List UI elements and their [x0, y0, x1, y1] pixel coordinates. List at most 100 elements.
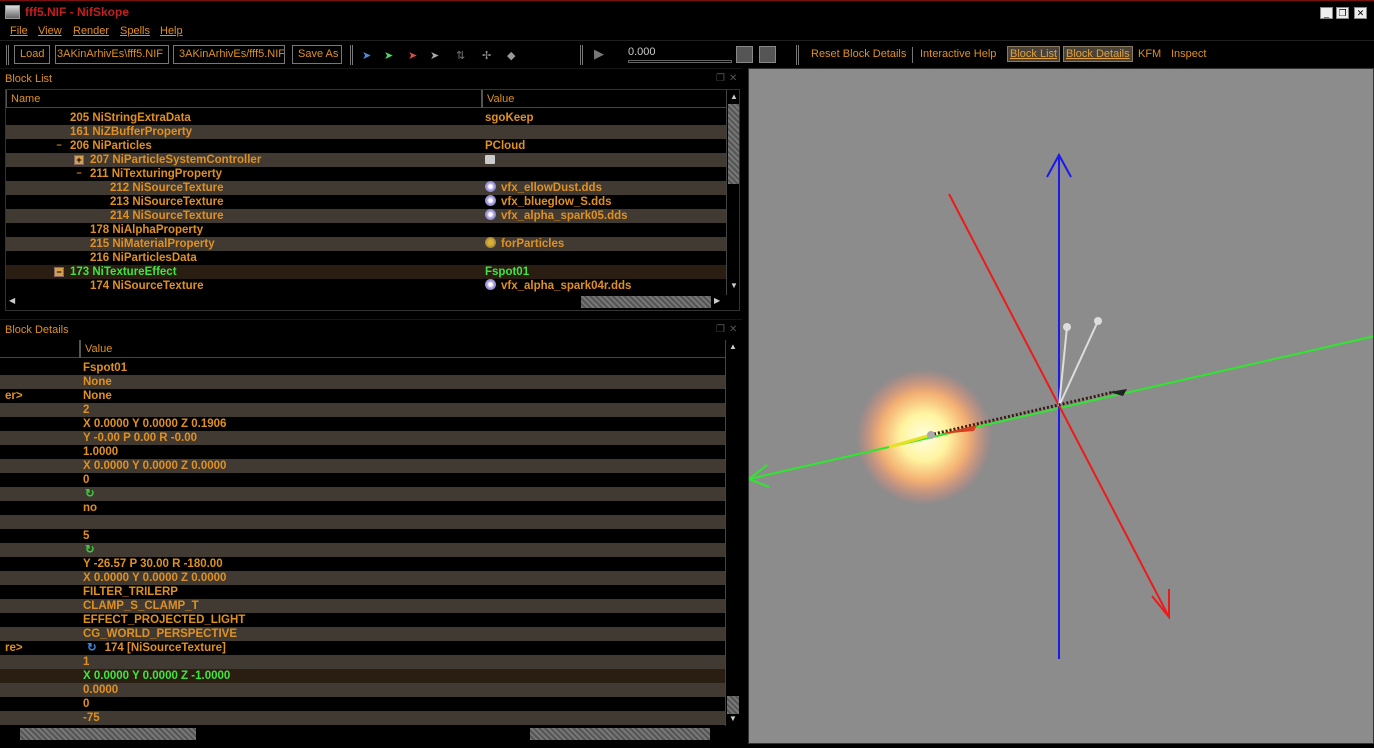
anim-loop-button[interactable] [736, 46, 753, 63]
block-list-row[interactable]: +207 NiParticleSystemController [6, 153, 726, 167]
block-list-row[interactable]: 205 NiStringExtraData sgoKeep [6, 111, 726, 125]
scroll-down-arrow[interactable]: ▼ [729, 714, 737, 723]
restore-button[interactable]: ❐ [1336, 7, 1349, 19]
column-header-name[interactable] [0, 340, 80, 358]
save-path-field[interactable]: 3AKinArhivEs/fff5.NIF [173, 45, 285, 64]
refresh-icon[interactable]: ↻ [85, 488, 95, 500]
detail-row[interactable]: no [0, 501, 725, 515]
close-button[interactable]: ✕ [1354, 7, 1367, 19]
block-details-vscrollbar[interactable]: ▲ ▼ [725, 340, 739, 726]
view-front-icon[interactable]: ➤ [384, 49, 393, 62]
block-details-hscrollbar[interactable] [0, 727, 740, 741]
block-details-toggle[interactable]: Block Details [1063, 46, 1133, 62]
block-list-row[interactable]: −206 NiParticles PCloud [6, 139, 726, 153]
toolbar-grip[interactable] [580, 45, 583, 65]
collapse-toggle-icon[interactable]: − [54, 267, 64, 277]
detail-row[interactable]: 5 [0, 529, 725, 543]
view-top-icon[interactable]: ➤ [362, 49, 371, 62]
detail-row[interactable]: 0.0000 [0, 683, 725, 697]
scroll-thumb[interactable] [530, 728, 710, 740]
block-list-row[interactable]: 216 NiParticlesData [6, 251, 726, 265]
scroll-thumb[interactable] [728, 104, 739, 184]
walk-icon[interactable]: ◆ [507, 49, 515, 62]
detail-row[interactable]: ↻ [0, 543, 725, 557]
scroll-up-arrow[interactable]: ▲ [729, 342, 737, 351]
detail-row[interactable] [0, 515, 725, 529]
menu-render[interactable]: Render [73, 25, 109, 37]
detail-row[interactable]: Y -26.57 P 30.00 R -180.00 [0, 557, 725, 571]
kfm-toggle[interactable]: KFM [1138, 48, 1161, 60]
menu-help[interactable]: Help [160, 25, 183, 37]
detail-row[interactable]: FILTER_TRILERP [0, 585, 725, 599]
toolbar-grip[interactable] [6, 45, 9, 65]
perspective-icon[interactable]: ✢ [482, 49, 491, 62]
detail-row[interactable]: 1.0000 [0, 445, 725, 459]
dock-float-icon[interactable]: ❐ [716, 73, 725, 84]
detail-row[interactable]: ↻ [0, 487, 725, 501]
column-header-name[interactable]: Name [6, 90, 482, 108]
detail-row[interactable]: er> None [0, 389, 725, 403]
interactive-help-button[interactable]: Interactive Help [920, 48, 996, 60]
detail-row[interactable]: 0 [0, 697, 725, 711]
play-icon[interactable]: ▶ [594, 46, 604, 62]
toolbar-grip[interactable] [350, 45, 353, 65]
flip-view-icon[interactable]: ⇅ [456, 49, 465, 62]
block-list-row[interactable]: 213 NiSourceTexture vfx_blueglow_S.dds [6, 195, 726, 209]
menu-view[interactable]: View [38, 25, 62, 37]
block-list-row[interactable]: 215 NiMaterialProperty forParticles [6, 237, 726, 251]
detail-row[interactable]: 0 [0, 473, 725, 487]
detail-row[interactable]: Y -0.00 P 0.00 R -0.00 [0, 431, 725, 445]
scroll-thumb[interactable] [727, 696, 739, 714]
block-list-row[interactable]: −211 NiTexturingProperty [6, 167, 726, 181]
column-header-value[interactable]: Value [482, 90, 727, 108]
light-handle[interactable] [1063, 323, 1071, 331]
expand-toggle-icon[interactable]: + [74, 155, 84, 165]
block-list-row[interactable]: 178 NiAlphaProperty [6, 223, 726, 237]
detail-row[interactable]: X 0.0000 Y 0.0000 Z 0.0000 [0, 459, 725, 473]
scroll-down-arrow[interactable]: ▼ [730, 281, 738, 290]
view-user-icon[interactable]: ➤ [430, 49, 439, 62]
render-viewport[interactable] [748, 68, 1374, 744]
scroll-up-arrow[interactable]: ▲ [730, 92, 738, 101]
scene-canvas[interactable] [749, 69, 1374, 744]
toolbar-grip[interactable] [796, 45, 799, 65]
detail-row[interactable]: re> ↻ 174 [NiSourceTexture] [0, 641, 725, 655]
detail-row[interactable]: CLAMP_S_CLAMP_T [0, 599, 725, 613]
link-icon[interactable]: ↻ [87, 642, 97, 654]
refresh-icon[interactable]: ↻ [85, 544, 95, 556]
menu-spells[interactable]: Spells [120, 25, 150, 37]
anim-switch-button[interactable] [759, 46, 776, 63]
load-path-field[interactable]: 3AKinArhivEs\fff5.NIF [55, 45, 169, 64]
detail-row[interactable]: X 0.0000 Y 0.0000 Z -1.0000 [0, 669, 725, 683]
scroll-right-arrow[interactable]: ▶ [714, 296, 720, 305]
view-side-icon[interactable]: ➤ [408, 49, 417, 62]
collapse-toggle-icon[interactable]: − [54, 141, 64, 151]
block-list-row[interactable]: 174 NiSourceTexture vfx_alpha_spark04r.dd… [6, 279, 726, 293]
minimize-button[interactable]: _ [1320, 7, 1333, 19]
detail-row[interactable]: None [0, 375, 725, 389]
scroll-left-arrow[interactable]: ◀ [9, 296, 15, 305]
block-list-row[interactable]: 214 NiSourceTexture vfx_alpha_spark05.dds [6, 209, 726, 223]
detail-row[interactable]: -75 [0, 711, 725, 725]
block-list-hscrollbar[interactable]: ◀ ▶ [6, 295, 726, 309]
dock-close-icon[interactable]: ✕ [729, 73, 737, 84]
dock-float-icon[interactable]: ❐ [716, 324, 725, 335]
detail-row[interactable]: X 0.0000 Y 0.0000 Z 0.1906 [0, 417, 725, 431]
anim-time-slider[interactable] [628, 60, 732, 63]
load-button[interactable]: Load [14, 45, 50, 64]
scroll-thumb[interactable] [20, 728, 196, 740]
detail-row[interactable]: 1 [0, 655, 725, 669]
block-list-vscrollbar[interactable]: ▲ ▼ [726, 90, 739, 295]
block-list-row[interactable]: 212 NiSourceTexture vfx_ellowDust.dds [6, 181, 726, 195]
save-as-button[interactable]: Save As [292, 45, 342, 64]
block-list-row[interactable]: −173 NiTextureEffect Fspot01 [6, 265, 726, 279]
reset-block-details-button[interactable]: Reset Block Details [811, 48, 906, 60]
menu-file[interactable]: File [10, 25, 28, 37]
detail-row[interactable]: Fspot01 [0, 361, 725, 375]
origin-handle[interactable] [927, 431, 935, 439]
scroll-thumb[interactable] [581, 296, 711, 308]
detail-row[interactable]: 2 [0, 403, 725, 417]
block-list-row[interactable]: 161 NiZBufferProperty [6, 125, 726, 139]
inspect-toggle[interactable]: Inspect [1171, 48, 1206, 60]
block-list-toggle[interactable]: Block List [1007, 46, 1061, 62]
